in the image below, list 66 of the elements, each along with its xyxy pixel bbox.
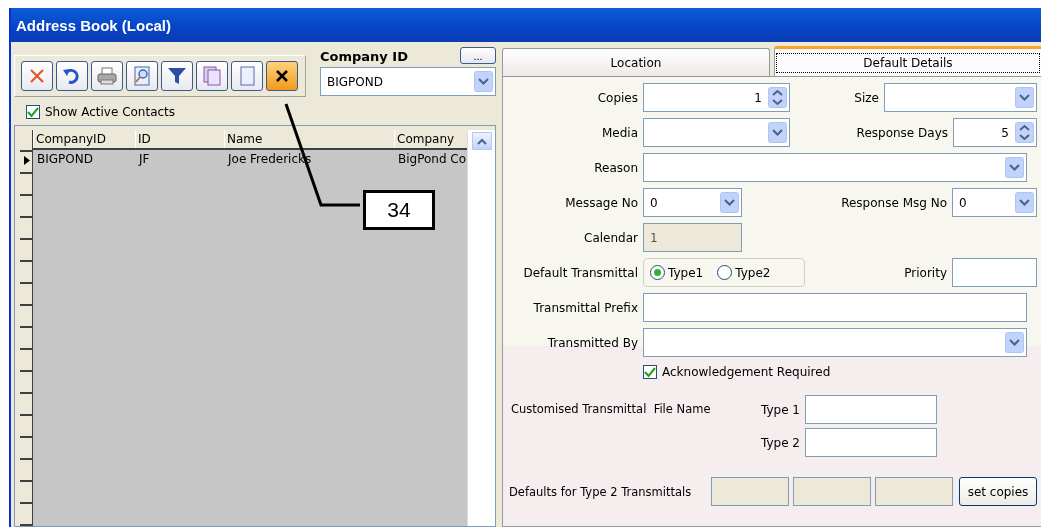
page-magnifier-icon [131,65,153,87]
table-cell-text: BIGPOND [36,151,94,168]
more-button[interactable]: ... [460,47,496,64]
text-field[interactable] [805,395,937,424]
radio-label: Type1 [668,265,704,280]
checkbox-label: Acknowledgement Required [662,365,831,379]
field-label: Transmitted By [546,335,639,350]
dropdown-field[interactable] [643,118,790,147]
table-cell-text: JF [137,151,151,168]
field-label: Media [600,125,639,140]
field-label: Response Msg No [840,195,948,210]
toolbar-button[interactable] [196,61,228,91]
dropdown-field[interactable] [643,328,1027,357]
company-id-label: Company ID [320,49,408,64]
checkbox-label: Show Active Contacts [45,105,176,119]
text-field[interactable] [952,258,1037,287]
tab[interactable]: Location [502,48,770,76]
dropdown-field[interactable]: 0 [643,188,742,217]
column-header[interactable]: Name [224,130,394,148]
text-field[interactable] [643,293,1027,322]
dropdown-field[interactable] [643,153,1027,182]
field-label: Response Days [855,125,949,140]
field-label: Customised Transmittal File Name [510,401,712,418]
toolbar-button[interactable] [56,61,88,91]
field-label: Type 1 [760,402,801,417]
spinner-arrows-icon[interactable] [1015,122,1034,143]
field-label: Calendar [583,230,639,245]
dropdown-field[interactable] [884,83,1037,112]
toolbar-button[interactable] [21,61,53,91]
printer-icon [96,65,118,87]
funnel-icon [166,65,188,87]
toolbar-button[interactable] [161,61,193,91]
field-label: Reason [593,160,639,175]
field-label: Transmittal Prefix [532,300,639,315]
window-title: Address Book (Local) [16,16,172,34]
column-header[interactable]: CompanyID [33,130,135,148]
pages-icon [201,65,223,87]
toolbar-button[interactable] [266,61,298,91]
radio-button[interactable] [717,265,733,280]
field-label: Type 2 [760,435,801,450]
field-label: Copies [596,90,639,105]
checkbox[interactable] [643,365,657,379]
field-label: Defaults for Type 2 Transmittals [508,484,693,499]
set-copies-button[interactable]: set copies [959,477,1037,506]
field-label: Default Transmittal [522,265,639,280]
toolbar-button[interactable] [126,61,158,91]
dropdown-field[interactable]: 0 [952,188,1037,217]
callout-number: 34 [363,190,435,230]
spinner-arrows-icon[interactable] [768,87,787,108]
table-cell-text: BigPond Co [397,151,467,168]
chevron-up-icon [477,137,487,145]
spinner-field[interactable]: 5 [953,118,1037,147]
tab[interactable]: Default Details [774,46,1041,76]
scroll-up-button[interactable] [472,132,492,150]
text-field[interactable] [805,428,937,457]
toolbar-button[interactable] [91,61,123,91]
toolbar-button[interactable] [231,61,263,91]
dropdown-field[interactable]: BIGPOND [320,67,496,96]
column-header[interactable]: ID [135,130,224,148]
spinner-field[interactable]: 1 [643,83,790,112]
radio-label: Type2 [735,265,771,280]
field-label: Size [853,90,880,105]
checkbox[interactable] [26,105,40,119]
field-label: Priority [903,265,948,280]
field-label: Message No [564,195,639,210]
radio-button[interactable] [650,265,665,280]
